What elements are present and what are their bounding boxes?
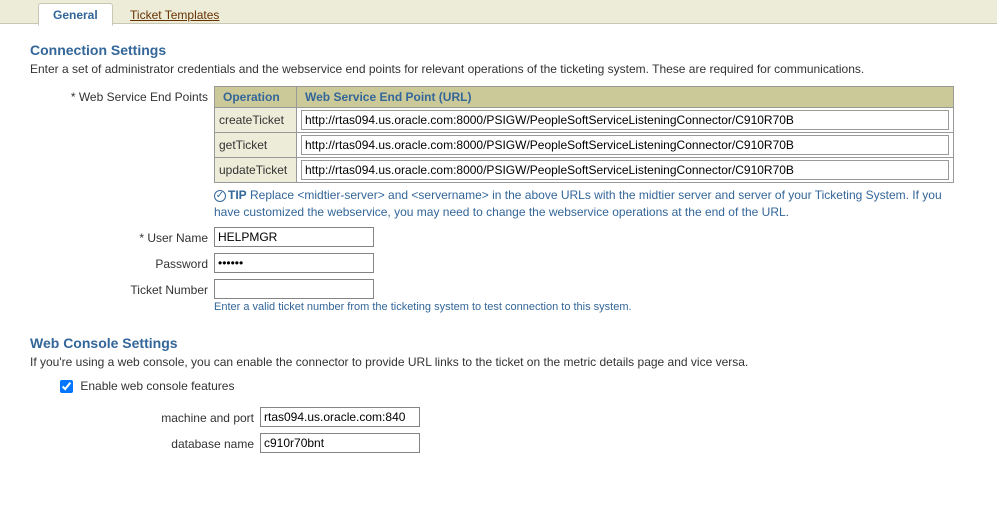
password-input[interactable] (214, 253, 374, 273)
table-row: updateTicket (215, 158, 954, 183)
url-getticket-input[interactable] (301, 135, 949, 155)
web-console-title: Web Console Settings (30, 335, 983, 351)
table-row: getTicket (215, 133, 954, 158)
machine-port-label: machine and port (30, 407, 260, 425)
username-label: * User Name (30, 227, 214, 245)
connection-settings-title: Connection Settings (30, 42, 983, 58)
enable-webconsole-label: Enable web console features (80, 379, 234, 393)
database-name-label: database name (30, 433, 260, 451)
ticket-number-hint: Enter a valid ticket number from the tic… (214, 301, 983, 313)
operation-getticket: getTicket (215, 133, 297, 158)
url-createticket-input[interactable] (301, 110, 949, 130)
col-operation: Operation (215, 87, 297, 108)
machine-port-input[interactable] (260, 407, 420, 427)
web-console-section: Web Console Settings If you're using a w… (30, 335, 983, 453)
tip-label: TIP (228, 188, 247, 202)
password-label: Password (30, 253, 214, 271)
connection-settings-section: Connection Settings Enter a set of admin… (30, 42, 983, 313)
tip-text: TIP Replace <midtier-server> and <server… (214, 187, 954, 221)
url-updateticket-input[interactable] (301, 160, 949, 180)
username-input[interactable] (214, 227, 374, 247)
tab-ticket-templates[interactable]: Ticket Templates (116, 4, 233, 25)
enable-webconsole-checkbox[interactable] (60, 380, 73, 393)
connection-settings-desc: Enter a set of administrator credentials… (30, 62, 983, 76)
tab-general[interactable]: General (38, 3, 113, 26)
ticket-number-label: Ticket Number (30, 279, 214, 297)
col-url: Web Service End Point (URL) (297, 87, 954, 108)
ticket-number-input[interactable] (214, 279, 374, 299)
endpoints-table: Operation Web Service End Point (URL) cr… (214, 86, 954, 183)
tip-icon (214, 190, 226, 202)
web-console-desc: If you're using a web console, you can e… (30, 355, 983, 369)
endpoints-label: * Web Service End Points (30, 86, 214, 104)
table-row: createTicket (215, 108, 954, 133)
operation-updateticket: updateTicket (215, 158, 297, 183)
operation-createticket: createTicket (215, 108, 297, 133)
tab-bar: General Ticket Templates (0, 0, 997, 24)
database-name-input[interactable] (260, 433, 420, 453)
tip-body: Replace <midtier-server> and <servername… (214, 188, 942, 219)
